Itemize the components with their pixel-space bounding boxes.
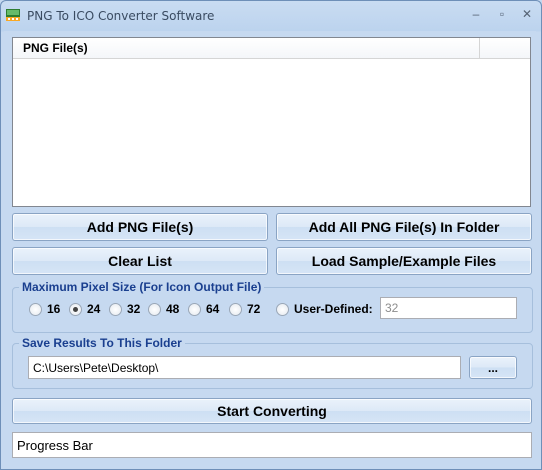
radio-user-defined[interactable]: User-Defined: <box>276 302 373 316</box>
list-header: PNG File(s) <box>13 38 530 59</box>
radio-icon <box>276 302 289 316</box>
radio-size-32[interactable]: 32 <box>109 302 140 316</box>
add-all-png-in-folder-button[interactable]: Add All PNG File(s) In Folder <box>276 213 532 241</box>
radio-label: 48 <box>166 302 180 316</box>
radio-label: 72 <box>247 302 261 316</box>
maximize-icon[interactable]: ▫ <box>491 7 513 23</box>
radio-size-48[interactable]: 48 <box>148 302 179 316</box>
radio-size-24[interactable]: 24 <box>69 302 100 316</box>
clear-list-button[interactable]: Clear List <box>12 247 268 275</box>
radio-label: 16 <box>47 302 61 316</box>
save-folder-group-label: Save Results To This Folder <box>19 336 185 350</box>
radio-icon <box>148 302 161 316</box>
radio-label: 32 <box>127 302 141 316</box>
pixel-size-group-label: Maximum Pixel Size (For Icon Output File… <box>19 280 265 294</box>
save-folder-group: Save Results To This Folder C:\Users\Pet… <box>12 336 533 389</box>
client-area: PNG File(s) Add PNG File(s) Add All PNG … <box>4 31 536 465</box>
radio-checked-icon <box>69 302 82 316</box>
output-folder-input[interactable]: C:\Users\Pete\Desktop\ <box>28 356 461 379</box>
png-file-list[interactable]: PNG File(s) <box>12 37 531 207</box>
pixel-size-group: Maximum Pixel Size (For Icon Output File… <box>12 280 533 333</box>
radio-icon <box>109 302 122 316</box>
radio-size-72[interactable]: 72 <box>229 302 260 316</box>
radio-label: 64 <box>206 302 220 316</box>
user-defined-size-input[interactable]: 32 <box>380 297 517 319</box>
radio-icon <box>229 302 242 316</box>
radio-icon <box>188 302 201 316</box>
progress-bar: Progress Bar <box>12 432 532 458</box>
window-title: PNG To ICO Converter Software <box>27 9 215 23</box>
column-header-png-files[interactable]: PNG File(s) <box>13 38 480 58</box>
start-converting-button[interactable]: Start Converting <box>12 398 532 424</box>
title-bar[interactable]: PNG To ICO Converter Software – ▫ ✕ <box>1 1 541 31</box>
user-defined-label: User-Defined: <box>294 302 373 316</box>
radio-label: 24 <box>87 302 101 316</box>
app-icon <box>6 9 20 21</box>
minimize-icon[interactable]: – <box>465 7 487 23</box>
radio-size-64[interactable]: 64 <box>188 302 219 316</box>
radio-size-16[interactable]: 16 <box>29 302 60 316</box>
add-png-files-button[interactable]: Add PNG File(s) <box>12 213 268 241</box>
radio-icon <box>29 302 42 316</box>
load-sample-files-button[interactable]: Load Sample/Example Files <box>276 247 532 275</box>
browse-folder-button[interactable]: ... <box>469 356 517 379</box>
app-window: PNG To ICO Converter Software – ▫ ✕ PNG … <box>0 0 542 470</box>
close-icon[interactable]: ✕ <box>516 7 538 23</box>
